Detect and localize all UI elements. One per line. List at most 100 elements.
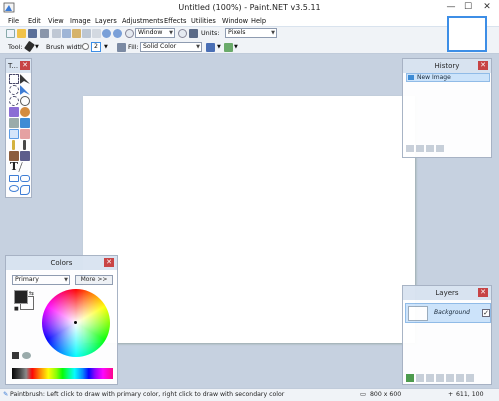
primary-color-swatch[interactable] xyxy=(14,290,28,304)
deselect-icon[interactable] xyxy=(92,29,101,38)
zoom-tool-icon[interactable] xyxy=(20,96,30,106)
antialiasing-icon[interactable] xyxy=(206,43,215,52)
ellipse-shape-icon[interactable] xyxy=(9,185,19,192)
units-select[interactable]: Pixels ▼ xyxy=(225,28,277,38)
layer-thumbnail xyxy=(408,306,428,321)
chevron-down-icon[interactable]: ▼ xyxy=(234,41,238,53)
freeform-shape-icon[interactable] xyxy=(20,185,30,195)
move-layer-up-icon[interactable] xyxy=(446,374,454,382)
layers-close-button[interactable]: ✕ xyxy=(478,288,488,297)
brush-width-label: Brush width: xyxy=(46,43,87,51)
move-selected-icon[interactable] xyxy=(20,85,30,95)
move-layer-down-icon[interactable] xyxy=(456,374,464,382)
zoom-in-icon[interactable] xyxy=(178,29,187,38)
menu-edit[interactable]: Edit xyxy=(28,15,41,27)
delete-layer-icon[interactable] xyxy=(416,374,424,382)
menu-window[interactable]: Window xyxy=(222,15,248,27)
chevron-down-icon[interactable]: ▼ xyxy=(35,41,39,53)
paintbrush-icon[interactable] xyxy=(24,40,35,53)
history-close-button[interactable]: ✕ xyxy=(478,61,488,70)
color-palette[interactable] xyxy=(12,368,113,379)
layer-visibility-checkbox[interactable]: ✓ xyxy=(482,309,490,317)
print-icon[interactable] xyxy=(40,29,49,38)
color-picker-icon[interactable] xyxy=(23,140,26,150)
blend-mode-icon[interactable] xyxy=(224,43,233,52)
merge-layer-icon[interactable] xyxy=(436,374,444,382)
layer-properties-icon[interactable] xyxy=(466,374,474,382)
tools-close-button[interactable]: ✕ xyxy=(20,61,30,70)
color-mode-select[interactable]: Primary ▼ xyxy=(12,275,70,285)
brush-width-input[interactable]: 2 xyxy=(91,42,101,52)
menu-help[interactable]: Help xyxy=(251,15,266,27)
tool-options-bar: Tool: ▼ Brush width: 2 ▼ Fill: Solid Col… xyxy=(0,40,499,54)
status-paintbrush-icon: ✎ xyxy=(3,391,9,398)
image-thumbnail[interactable] xyxy=(447,16,487,52)
brush-decrease-icon[interactable] xyxy=(82,43,89,50)
new-icon[interactable] xyxy=(6,29,15,38)
chevron-down-icon: ▼ xyxy=(64,277,68,283)
chevron-down-icon: ▼ xyxy=(169,30,173,36)
pan-icon[interactable] xyxy=(20,107,30,117)
lasso-icon[interactable] xyxy=(9,85,19,95)
menu-layers[interactable]: Layers xyxy=(95,15,117,27)
add-layer-icon[interactable] xyxy=(406,374,414,382)
duplicate-layer-icon[interactable] xyxy=(426,374,434,382)
colors-close-button[interactable]: ✕ xyxy=(104,258,114,267)
pencil-icon[interactable] xyxy=(12,140,15,150)
zoom-select[interactable]: Window ▼ xyxy=(135,28,175,38)
open-icon[interactable] xyxy=(17,29,26,38)
maximize-button[interactable]: ☐ xyxy=(461,1,475,13)
chevron-down-icon[interactable]: ▼ xyxy=(217,41,221,53)
reset-colors-icon[interactable]: ■ xyxy=(14,306,19,312)
recolor-icon[interactable] xyxy=(20,151,30,161)
copy-icon[interactable] xyxy=(62,29,71,38)
rewind-icon[interactable] xyxy=(406,145,414,152)
step-forward-icon[interactable] xyxy=(426,145,434,152)
palette-menu-icon[interactable] xyxy=(12,352,19,359)
close-button[interactable]: ✕ xyxy=(480,1,494,13)
fill-select[interactable]: Solid Color ▼ xyxy=(140,42,202,52)
main-toolbar: Window ▼ Units: Pixels ▼ xyxy=(0,27,499,40)
ellipse-select-icon[interactable] xyxy=(9,96,19,106)
menu-utilities[interactable]: Utilities xyxy=(191,15,216,27)
image-canvas[interactable] xyxy=(83,96,415,343)
chevron-down-icon: ▼ xyxy=(271,30,275,36)
step-back-icon[interactable] xyxy=(416,145,424,152)
more-colors-button[interactable]: More >> xyxy=(75,275,113,285)
rounded-rectangle-icon[interactable] xyxy=(20,175,30,182)
magic-wand-icon[interactable] xyxy=(9,107,19,117)
zoom-icon[interactable] xyxy=(125,29,134,38)
grid-icon[interactable] xyxy=(189,29,198,38)
redo-icon[interactable] xyxy=(113,29,122,38)
swap-colors-icon[interactable]: ⇆ xyxy=(29,290,34,297)
menu-file[interactable]: File xyxy=(8,15,19,27)
menu-view[interactable]: View xyxy=(48,15,64,27)
palette-icon[interactable] xyxy=(22,352,31,359)
rectangle-select-icon[interactable] xyxy=(9,74,19,84)
crop-icon[interactable] xyxy=(82,29,91,38)
paintbrush-tool-icon[interactable] xyxy=(9,129,19,139)
paste-icon[interactable] xyxy=(72,29,81,38)
minimize-button[interactable]: — xyxy=(444,1,458,13)
eraser-icon[interactable] xyxy=(20,129,30,139)
menu-bar: File Edit View Image Layers Adjustments … xyxy=(0,15,499,27)
line-curve-icon[interactable] xyxy=(18,162,32,172)
menu-effects[interactable]: Effects xyxy=(164,15,186,27)
cut-icon[interactable] xyxy=(52,29,61,38)
antialias-icon[interactable] xyxy=(117,43,126,52)
rectangle-shape-icon[interactable] xyxy=(9,175,19,182)
layer-item[interactable]: Background ✓ xyxy=(405,303,491,323)
color-mode-value: Primary xyxy=(15,276,39,283)
fast-forward-icon[interactable] xyxy=(436,145,444,152)
gradient-icon[interactable] xyxy=(20,118,30,128)
menu-adjustments[interactable]: Adjustments xyxy=(122,15,163,27)
paint-bucket-icon[interactable] xyxy=(9,118,19,128)
zoom-select-value: Window xyxy=(138,29,163,36)
fill-label: Fill: xyxy=(128,43,139,51)
undo-icon[interactable] xyxy=(102,29,111,38)
move-selection-icon[interactable] xyxy=(20,74,30,84)
history-item[interactable]: New Image xyxy=(406,73,490,82)
menu-image[interactable]: Image xyxy=(70,15,91,27)
chevron-down-icon[interactable]: ▼ xyxy=(104,41,108,53)
save-icon[interactable] xyxy=(28,29,37,38)
